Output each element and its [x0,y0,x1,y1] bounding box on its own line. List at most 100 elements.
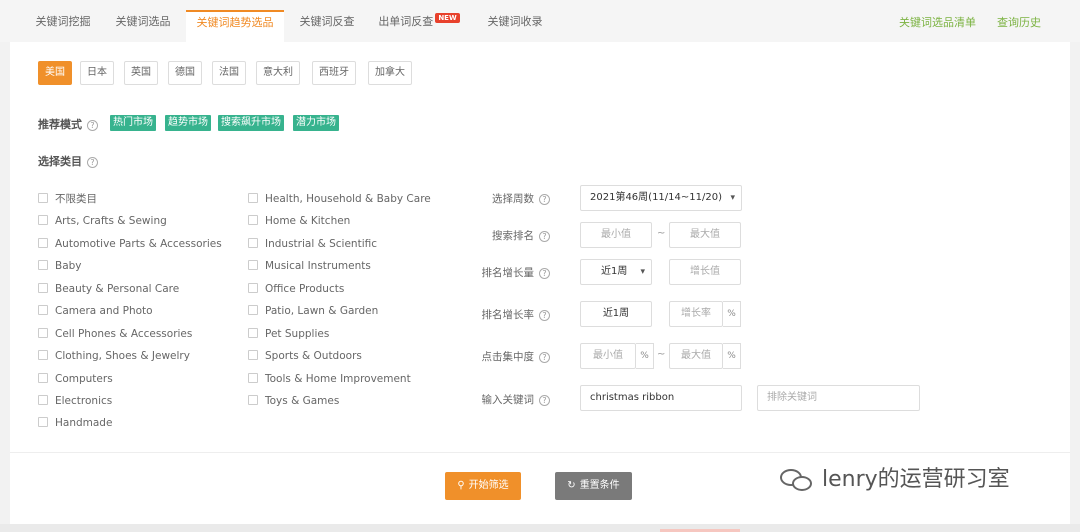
click-concentration-min-input[interactable]: 最小值 [580,343,636,369]
tab-keyword-product-selection[interactable]: 关键词选品 [106,10,180,42]
checkbox[interactable] [38,350,48,360]
help-icon[interactable]: ? [539,309,550,321]
country-de[interactable]: 德国 [168,61,202,85]
tab-keyword-indexing[interactable]: 关键词收录 [478,10,552,42]
category-checkbox[interactable]: Patio, Lawn & Garden [248,303,378,319]
mode-tag-trend-market[interactable]: 趋势市场 [165,115,211,131]
tab-keyword-trend-selection[interactable]: 关键词趋势选品 [186,10,284,42]
reset-button[interactable]: ↻ 重置条件 [555,472,632,500]
category-checkbox[interactable]: Health, Household & Baby Care [248,191,431,207]
checkbox[interactable] [38,193,48,203]
category-checkbox[interactable]: Sports & Outdoors [248,348,362,364]
country-it[interactable]: 意大利 [256,61,300,85]
country-es[interactable]: 西班牙 [312,61,356,85]
rank-growth-input[interactable]: 增长值 [669,259,741,285]
checkbox[interactable] [248,260,258,270]
search-rank-label: 搜索排名? [440,228,550,243]
rank-growth-rate-input[interactable]: 增长率 [669,301,723,327]
checkbox[interactable] [38,260,48,270]
category-name: Electronics [55,395,113,407]
checkbox[interactable] [248,283,258,293]
checkbox[interactable] [248,215,258,225]
category-name: Baby [55,260,82,272]
reset-label: 重置条件 [579,480,620,491]
help-icon[interactable]: ? [539,267,550,279]
week-select[interactable]: 2021第46周(11/14~11/20) ▾ [580,185,742,211]
top-navigation: 关键词挖掘 关键词选品 关键词趋势选品 关键词反查 出单词反查 NEW 关键词收录… [0,0,1080,42]
tab-keyword-reverse-lookup[interactable]: 关键词反查 [290,10,364,42]
recommend-mode-label: 推荐模式? [38,116,98,132]
category-checkbox[interactable]: Pet Supplies [248,326,329,342]
mode-tag-search-surge-market[interactable]: 搜索飙升市场 [218,115,284,131]
help-icon[interactable]: ? [539,351,550,363]
rank-growth-rate-period[interactable]: 近1周 [580,301,652,327]
category-checkbox[interactable]: Office Products [248,281,344,297]
start-filter-button[interactable]: ⚲ 开始筛选 [445,472,521,500]
category-checkbox[interactable]: Industrial & Scientific [248,236,377,252]
rank-growth-period-select[interactable]: 近1周 ▾ [580,259,652,285]
category-name: Automotive Parts & Accessories [55,238,222,250]
checkbox[interactable] [248,373,258,383]
checkbox[interactable] [38,328,48,338]
category-checkbox[interactable]: Clothing, Shoes & Jewelry [38,348,190,364]
category-checkbox[interactable]: Arts, Crafts & Sewing [38,213,167,229]
checkbox[interactable] [248,395,258,405]
category-name: Health, Household & Baby Care [265,193,431,205]
checkbox[interactable] [248,305,258,315]
category-checkbox[interactable]: Camera and Photo [38,303,153,319]
help-icon[interactable]: ? [87,119,98,131]
country-uk[interactable]: 英国 [124,61,158,85]
filter-icon: ⚲ [457,480,465,491]
category-checkbox[interactable]: Handmade [38,415,112,431]
checkbox[interactable] [38,215,48,225]
checkbox[interactable] [38,395,48,405]
checkbox[interactable] [38,283,48,293]
search-rank-min-input[interactable]: 最小值 [580,222,652,248]
checkbox[interactable] [248,350,258,360]
divider [10,452,1070,453]
help-icon[interactable]: ? [87,156,98,168]
category-checkbox[interactable]: Cell Phones & Accessories [38,326,192,342]
category-checkbox[interactable]: Automotive Parts & Accessories [38,236,222,252]
checkbox[interactable] [38,238,48,248]
category-checkbox[interactable]: 不限类目 [38,191,97,207]
mode-tag-potential-market[interactable]: 潜力市场 [293,115,339,131]
category-checkbox[interactable]: Beauty & Personal Care [38,281,179,297]
query-history-link[interactable]: 查询历史 [997,14,1041,30]
watermark: lenry的运营研习室 [780,461,1010,493]
tab-keyword-mining[interactable]: 关键词挖掘 [26,10,100,42]
checkbox[interactable] [248,238,258,248]
category-checkbox[interactable]: Home & Kitchen [248,213,350,229]
checkbox[interactable] [248,193,258,203]
category-checkbox[interactable]: Computers [38,371,113,387]
checkbox[interactable] [38,305,48,315]
category-checkbox[interactable]: Musical Instruments [248,258,371,274]
recommend-mode-text: 推荐模式 [38,118,82,131]
category-checkbox[interactable]: Baby [38,258,82,274]
category-checkbox[interactable]: Toys & Games [248,393,339,409]
wechat-icon [780,467,816,493]
checkbox[interactable] [248,328,258,338]
category-name: Arts, Crafts & Sewing [55,215,167,227]
week-select-value: 2021第46周(11/14~11/20) [590,192,722,203]
country-ca[interactable]: 加拿大 [368,61,412,85]
keyword-input[interactable]: christmas ribbon [580,385,742,411]
mode-tag-hot-market[interactable]: 热门市场 [110,115,156,131]
checkbox[interactable] [38,373,48,383]
checkbox[interactable] [38,417,48,427]
country-jp[interactable]: 日本 [80,61,114,85]
help-icon[interactable]: ? [539,230,550,242]
tab-order-keyword-lookup[interactable]: 出单词反查 NEW [372,10,466,42]
category-label: 选择类目? [38,153,98,169]
category-name: Sports & Outdoors [265,350,362,362]
country-fr[interactable]: 法国 [212,61,246,85]
keyword-selection-list-link[interactable]: 关键词选品清单 [899,14,976,30]
category-checkbox[interactable]: Tools & Home Improvement [248,371,411,387]
exclude-keyword-input[interactable]: 排除关键词 [757,385,920,411]
category-checkbox[interactable]: Electronics [38,393,112,409]
click-concentration-max-input[interactable]: 最大值 [669,343,723,369]
search-rank-max-input[interactable]: 最大值 [669,222,741,248]
country-us[interactable]: 美国 [38,61,72,85]
help-icon[interactable]: ? [539,193,550,205]
help-icon[interactable]: ? [539,394,550,406]
